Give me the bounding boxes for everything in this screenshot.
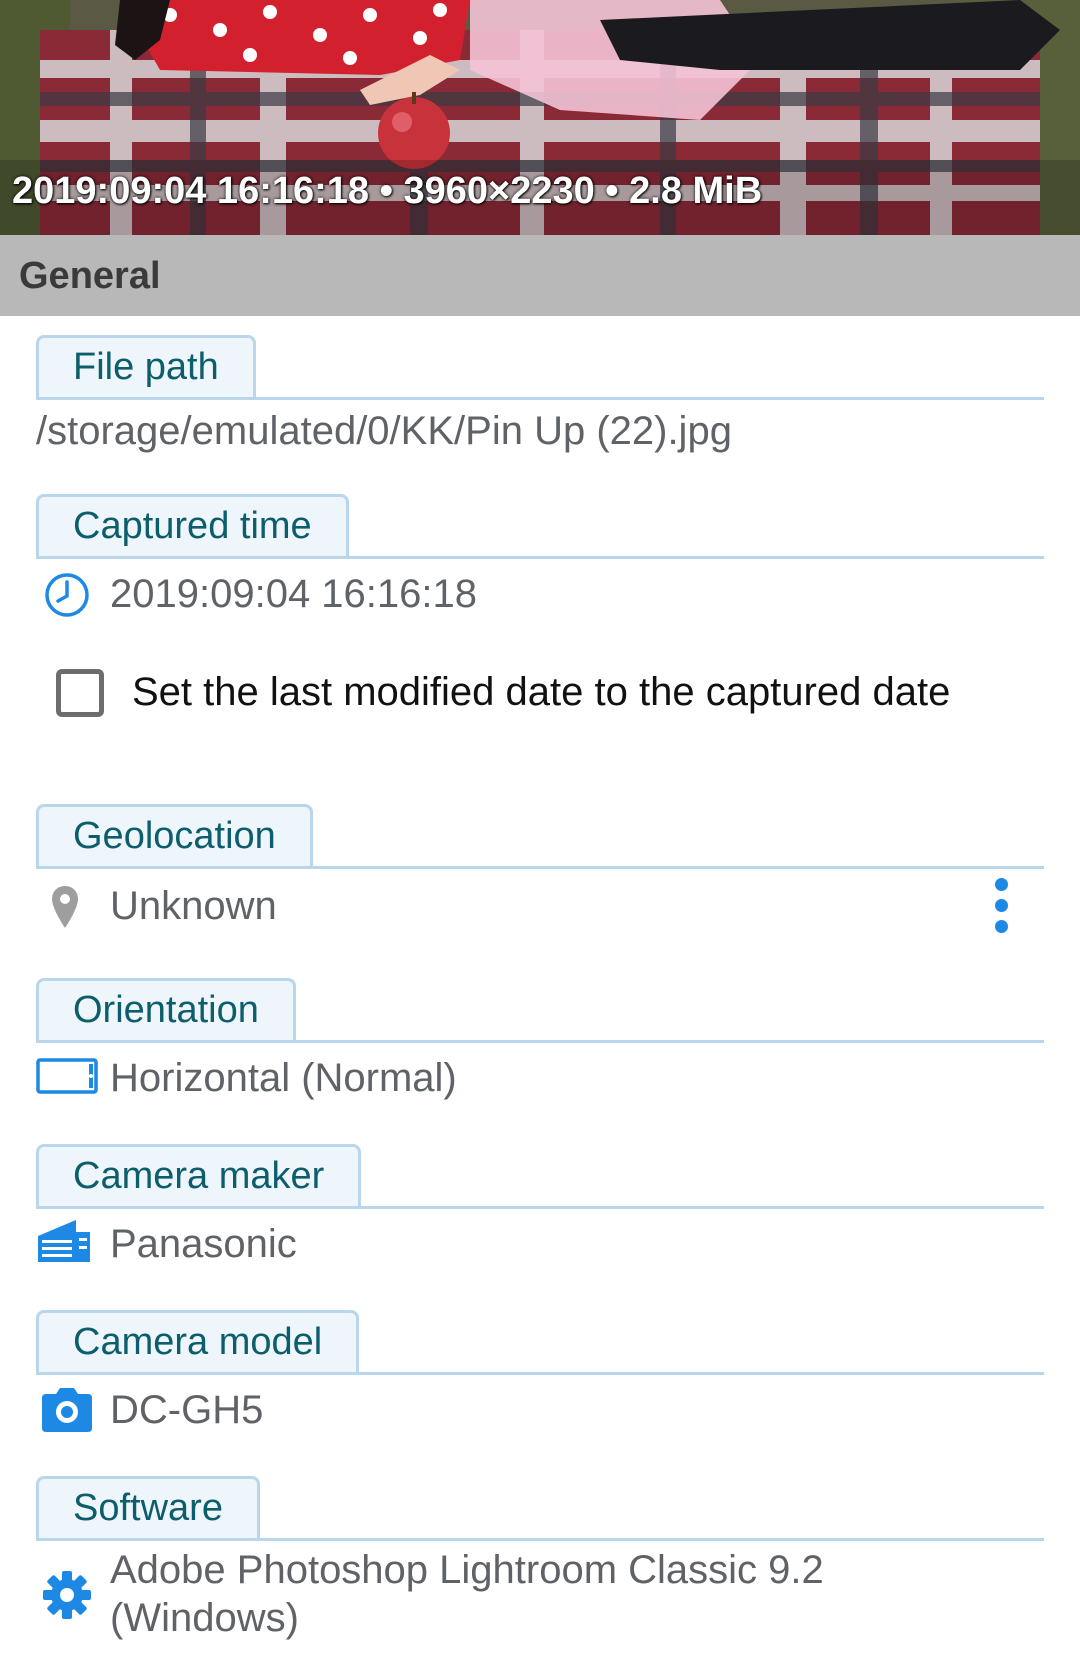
- file-path-value[interactable]: /storage/emulated/0/KK/Pin Up (22).jpg: [36, 407, 732, 455]
- divider: [36, 1372, 1044, 1375]
- divider: [36, 866, 1044, 869]
- file-path-label: File path: [36, 335, 256, 397]
- location-pin-icon: [52, 886, 78, 928]
- divider: [36, 1206, 1044, 1209]
- camera-model-field: Camera model DC-GH5: [36, 1310, 1044, 1440]
- section-header-general: General: [0, 235, 1080, 316]
- orientation-label: Orientation: [36, 978, 296, 1040]
- camera-icon: [42, 1388, 92, 1432]
- photo-caption: 2019:09:04 16:16:18 • 3960×2230 • 2.8 Mi…: [12, 170, 763, 212]
- geolocation-value[interactable]: Unknown: [110, 882, 277, 930]
- software-field: Software Adobe Photoshop Lightroom Class…: [36, 1476, 1044, 1676]
- divider: [36, 397, 1044, 400]
- geolocation-more-button[interactable]: [990, 878, 1014, 934]
- landscape-phone-icon: [36, 1058, 98, 1094]
- captured-time-label: Captured time: [36, 494, 349, 556]
- set-modified-date-checkbox-row[interactable]: Set the last modified date to the captur…: [56, 666, 1056, 726]
- orientation-field: Orientation Horizontal (Normal): [36, 978, 1044, 1108]
- divider: [36, 556, 1044, 559]
- clock-icon: [45, 573, 89, 617]
- geolocation-label: Geolocation: [36, 804, 313, 866]
- geolocation-field: Geolocation Unknown: [36, 804, 1044, 934]
- camera-maker-label: Camera maker: [36, 1144, 362, 1206]
- file-path-field: File path /storage/emulated/0/KK/Pin Up …: [36, 335, 1044, 465]
- camera-model-label: Camera model: [36, 1310, 360, 1372]
- software-value-line2[interactable]: (Windows): [110, 1594, 299, 1642]
- software-value-line1[interactable]: Adobe Photoshop Lightroom Classic 9.2: [110, 1546, 824, 1594]
- gear-icon: [43, 1571, 91, 1619]
- camera-model-value[interactable]: DC-GH5: [110, 1386, 263, 1434]
- orientation-value[interactable]: Horizontal (Normal): [110, 1054, 457, 1102]
- camera-maker-value[interactable]: Panasonic: [110, 1220, 297, 1268]
- set-modified-date-checkbox-label[interactable]: Set the last modified date to the captur…: [132, 670, 950, 715]
- building-icon: [38, 1220, 90, 1262]
- software-label: Software: [36, 1476, 260, 1538]
- set-modified-date-checkbox[interactable]: [56, 669, 104, 717]
- captured-time-value[interactable]: 2019:09:04 16:16:18: [110, 570, 477, 618]
- camera-maker-field: Camera maker Panasonic: [36, 1144, 1044, 1274]
- divider: [36, 1538, 1044, 1541]
- captured-time-field: Captured time 2019:09:04 16:16:18: [36, 494, 1044, 624]
- divider: [36, 1040, 1044, 1043]
- photo-thumbnail[interactable]: 2019:09:04 16:16:18 • 3960×2230 • 2.8 Mi…: [0, 0, 1080, 235]
- section-title: General: [19, 255, 161, 297]
